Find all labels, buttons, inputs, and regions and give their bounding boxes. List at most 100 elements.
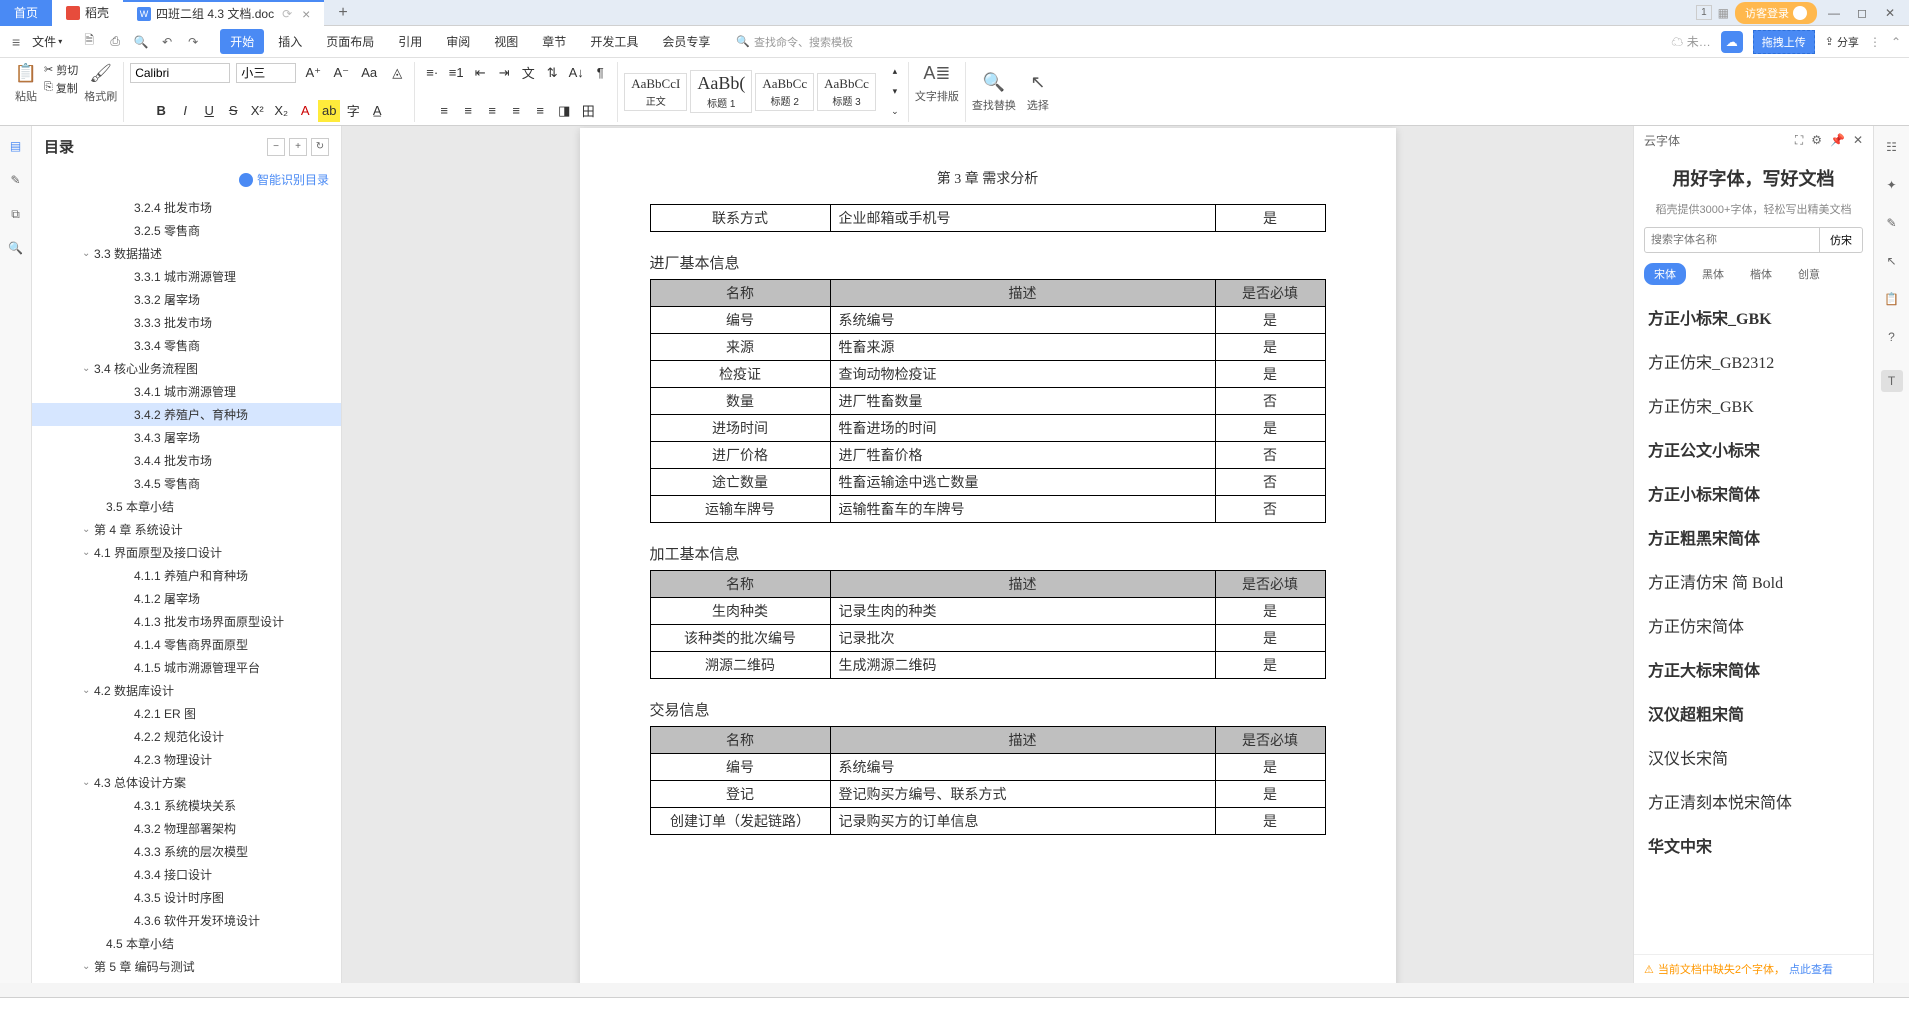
- cell[interactable]: 是: [1215, 205, 1325, 232]
- table-cell[interactable]: 是: [1215, 652, 1325, 679]
- table-cell[interactable]: 登记购买方编号、联系方式: [830, 781, 1215, 808]
- table-cell[interactable]: 记录购买方的订单信息: [830, 808, 1215, 835]
- table-cell[interactable]: 是: [1215, 334, 1325, 361]
- cursor-tool-icon[interactable]: ↖: [1881, 250, 1903, 272]
- outline-item[interactable]: 4.3.3 系统的层次模型: [32, 840, 341, 863]
- table-cell[interactable]: 牲畜运输途中逃亡数量: [830, 469, 1215, 496]
- close-window-icon[interactable]: ✕: [1879, 2, 1901, 24]
- table-header[interactable]: 是否必填: [1215, 571, 1325, 598]
- table-header[interactable]: 名称: [650, 727, 830, 754]
- table-cell[interactable]: 是: [1215, 415, 1325, 442]
- paste-button[interactable]: 📋粘贴: [14, 62, 38, 104]
- outline-item[interactable]: 3.4.4 批发市场: [32, 449, 341, 472]
- sync-icon[interactable]: ⟳: [282, 7, 292, 21]
- clear-format-icon[interactable]: ◬: [386, 62, 408, 84]
- cell[interactable]: 联系方式: [650, 205, 830, 232]
- chevron-down-icon[interactable]: ⌄: [82, 524, 94, 535]
- outline-item[interactable]: ⌄第 5 章 编码与测试: [32, 955, 341, 978]
- table-cell[interactable]: 是: [1215, 625, 1325, 652]
- strikethrough-button[interactable]: S: [222, 100, 244, 122]
- notification-badge[interactable]: 1: [1696, 5, 1712, 20]
- tab-daoke[interactable]: 稻壳: [52, 0, 123, 26]
- pin-icon[interactable]: 📌: [1830, 133, 1845, 148]
- outline-item[interactable]: 3.2.5 零售商: [32, 219, 341, 242]
- table-cell[interactable]: 系统编号: [830, 754, 1215, 781]
- outline-item[interactable]: 4.2.3 物理设计: [32, 748, 341, 771]
- table-cell[interactable]: 该种类的批次编号: [650, 625, 830, 652]
- outline-item[interactable]: 4.1.5 城市溯源管理平台: [32, 656, 341, 679]
- ribbon-tab-2[interactable]: 页面布局: [316, 29, 384, 54]
- table-cell[interactable]: 登记: [650, 781, 830, 808]
- table-header[interactable]: 是否必填: [1215, 727, 1325, 754]
- table-cell[interactable]: 是: [1215, 361, 1325, 388]
- command-search[interactable]: 🔍 查找命令、搜索模板: [736, 34, 853, 50]
- help-tool-icon[interactable]: ?: [1881, 326, 1903, 348]
- font-list-item[interactable]: 方正小标宋_GBK: [1634, 295, 1873, 339]
- table-cell[interactable]: 编号: [650, 754, 830, 781]
- align-left-icon[interactable]: ≡: [433, 100, 455, 122]
- document-canvas[interactable]: 第 3 章 需求分析 联系方式企业邮箱或手机号是 进厂基本信息名称描述是否必填编…: [342, 126, 1633, 983]
- bullets-icon[interactable]: ≡·: [421, 62, 443, 84]
- increase-font-icon[interactable]: A⁺: [302, 62, 324, 84]
- collapse-ribbon-icon[interactable]: ⌃: [1891, 35, 1901, 49]
- table-cell[interactable]: 进厂牲畜价格: [830, 442, 1215, 469]
- table-cell[interactable]: 牲畜进场的时间: [830, 415, 1215, 442]
- outline-refresh-icon[interactable]: ↻: [311, 138, 329, 156]
- align-justify-icon[interactable]: ≡: [505, 100, 527, 122]
- section-title[interactable]: 加工基本信息: [650, 543, 1326, 564]
- table-cell[interactable]: 系统编号: [830, 307, 1215, 334]
- notice-link[interactable]: 点此查看: [1789, 961, 1833, 977]
- phonetic-button[interactable]: 字: [342, 100, 364, 122]
- ribbon-tab-5[interactable]: 视图: [484, 29, 528, 54]
- style-up-icon[interactable]: ▴: [884, 62, 906, 82]
- outline-item[interactable]: 4.2.2 规范化设计: [32, 725, 341, 748]
- ribbon-tab-3[interactable]: 引用: [388, 29, 432, 54]
- change-case-icon[interactable]: Aa: [358, 62, 380, 84]
- ribbon-tab-4[interactable]: 审阅: [436, 29, 480, 54]
- search-rail-icon[interactable]: 🔍: [6, 238, 26, 258]
- gear-icon[interactable]: ⚙: [1811, 133, 1822, 148]
- chevron-down-icon[interactable]: ⌄: [82, 685, 94, 696]
- table-header[interactable]: 名称: [650, 280, 830, 307]
- outline-item[interactable]: 4.1.1 养殖户和育种场: [32, 564, 341, 587]
- select-button[interactable]: ↖选择: [1026, 71, 1050, 113]
- table-cell[interactable]: 记录生肉的种类: [830, 598, 1215, 625]
- line-spacing-icon[interactable]: ⇅: [541, 62, 563, 84]
- table-header[interactable]: 描述: [830, 727, 1215, 754]
- table-header[interactable]: 描述: [830, 571, 1215, 598]
- style-item-1[interactable]: AaBb(标题 1: [690, 70, 752, 113]
- chevron-down-icon[interactable]: ⌄: [82, 777, 94, 788]
- tab-home[interactable]: 首页: [0, 0, 52, 26]
- outline-item[interactable]: 4.3.1 系统模块关系: [32, 794, 341, 817]
- align-center-icon[interactable]: ≡: [457, 100, 479, 122]
- ribbon-tab-6[interactable]: 章节: [532, 29, 576, 54]
- outline-item[interactable]: 3.4.1 城市溯源管理: [32, 380, 341, 403]
- outline-item[interactable]: 4.3.6 软件开发环境设计: [32, 909, 341, 932]
- cell[interactable]: 企业邮箱或手机号: [830, 205, 1215, 232]
- outline-item[interactable]: 4.1.4 零售商界面原型: [32, 633, 341, 656]
- font-list-item[interactable]: 方正粗黑宋简体: [1634, 515, 1873, 559]
- text-direction-icon[interactable]: 文: [517, 62, 539, 84]
- outline-item[interactable]: ⌄4.3 总体设计方案: [32, 771, 341, 794]
- bookmark-rail-icon[interactable]: ⧉: [6, 204, 26, 224]
- font-category[interactable]: 楷体: [1740, 263, 1782, 285]
- chevron-down-icon[interactable]: ⌄: [82, 363, 94, 374]
- table-cell[interactable]: 记录批次: [830, 625, 1215, 652]
- chevron-down-icon[interactable]: ⌄: [82, 547, 94, 558]
- ribbon-tab-0[interactable]: 开始: [220, 29, 264, 54]
- style-down-icon[interactable]: ▾: [884, 82, 906, 102]
- section-title[interactable]: 交易信息: [650, 699, 1326, 720]
- table-cell[interactable]: 牲畜来源: [830, 334, 1215, 361]
- outline-item[interactable]: 3.3.1 城市溯源管理: [32, 265, 341, 288]
- ribbon-tab-7[interactable]: 开发工具: [580, 29, 648, 54]
- table-cell[interactable]: 数量: [650, 388, 830, 415]
- table-cell[interactable]: 途亡数量: [650, 469, 830, 496]
- italic-button[interactable]: I: [174, 100, 196, 122]
- cloud-sync-icon[interactable]: ☁ 未…: [1671, 33, 1710, 50]
- clipboard-tool-icon[interactable]: 📋: [1881, 288, 1903, 310]
- font-search-button[interactable]: 仿宋: [1820, 227, 1863, 253]
- table-cell[interactable]: 是: [1215, 754, 1325, 781]
- outline-item[interactable]: 4.3.4 接口设计: [32, 863, 341, 886]
- drag-upload-button[interactable]: 拖拽上传: [1753, 30, 1815, 54]
- table-header[interactable]: 描述: [830, 280, 1215, 307]
